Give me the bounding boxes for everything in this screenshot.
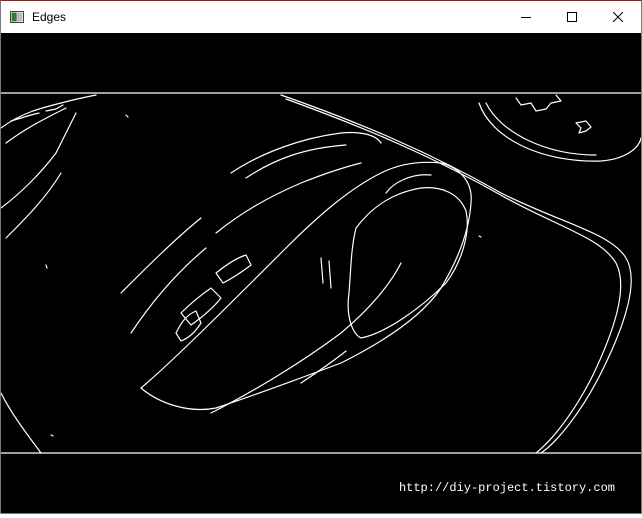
close-button[interactable] xyxy=(595,1,641,33)
edge-detection-image xyxy=(0,92,642,454)
maximize-icon xyxy=(567,12,577,22)
title-bar[interactable]: Edges xyxy=(1,1,641,33)
window-controls xyxy=(503,1,641,33)
minimize-icon xyxy=(521,17,531,18)
window-title: Edges xyxy=(32,10,67,24)
edge-image-canvas: http://diy-project.tistory.com xyxy=(0,33,642,513)
app-window-icon xyxy=(10,10,24,24)
edges-window: Edges http://diy-project.tistory.com xyxy=(0,0,642,514)
maximize-button[interactable] xyxy=(549,1,595,33)
close-icon xyxy=(613,12,623,22)
minimize-button[interactable] xyxy=(503,1,549,33)
watermark-url: http://diy-project.tistory.com xyxy=(398,481,615,495)
